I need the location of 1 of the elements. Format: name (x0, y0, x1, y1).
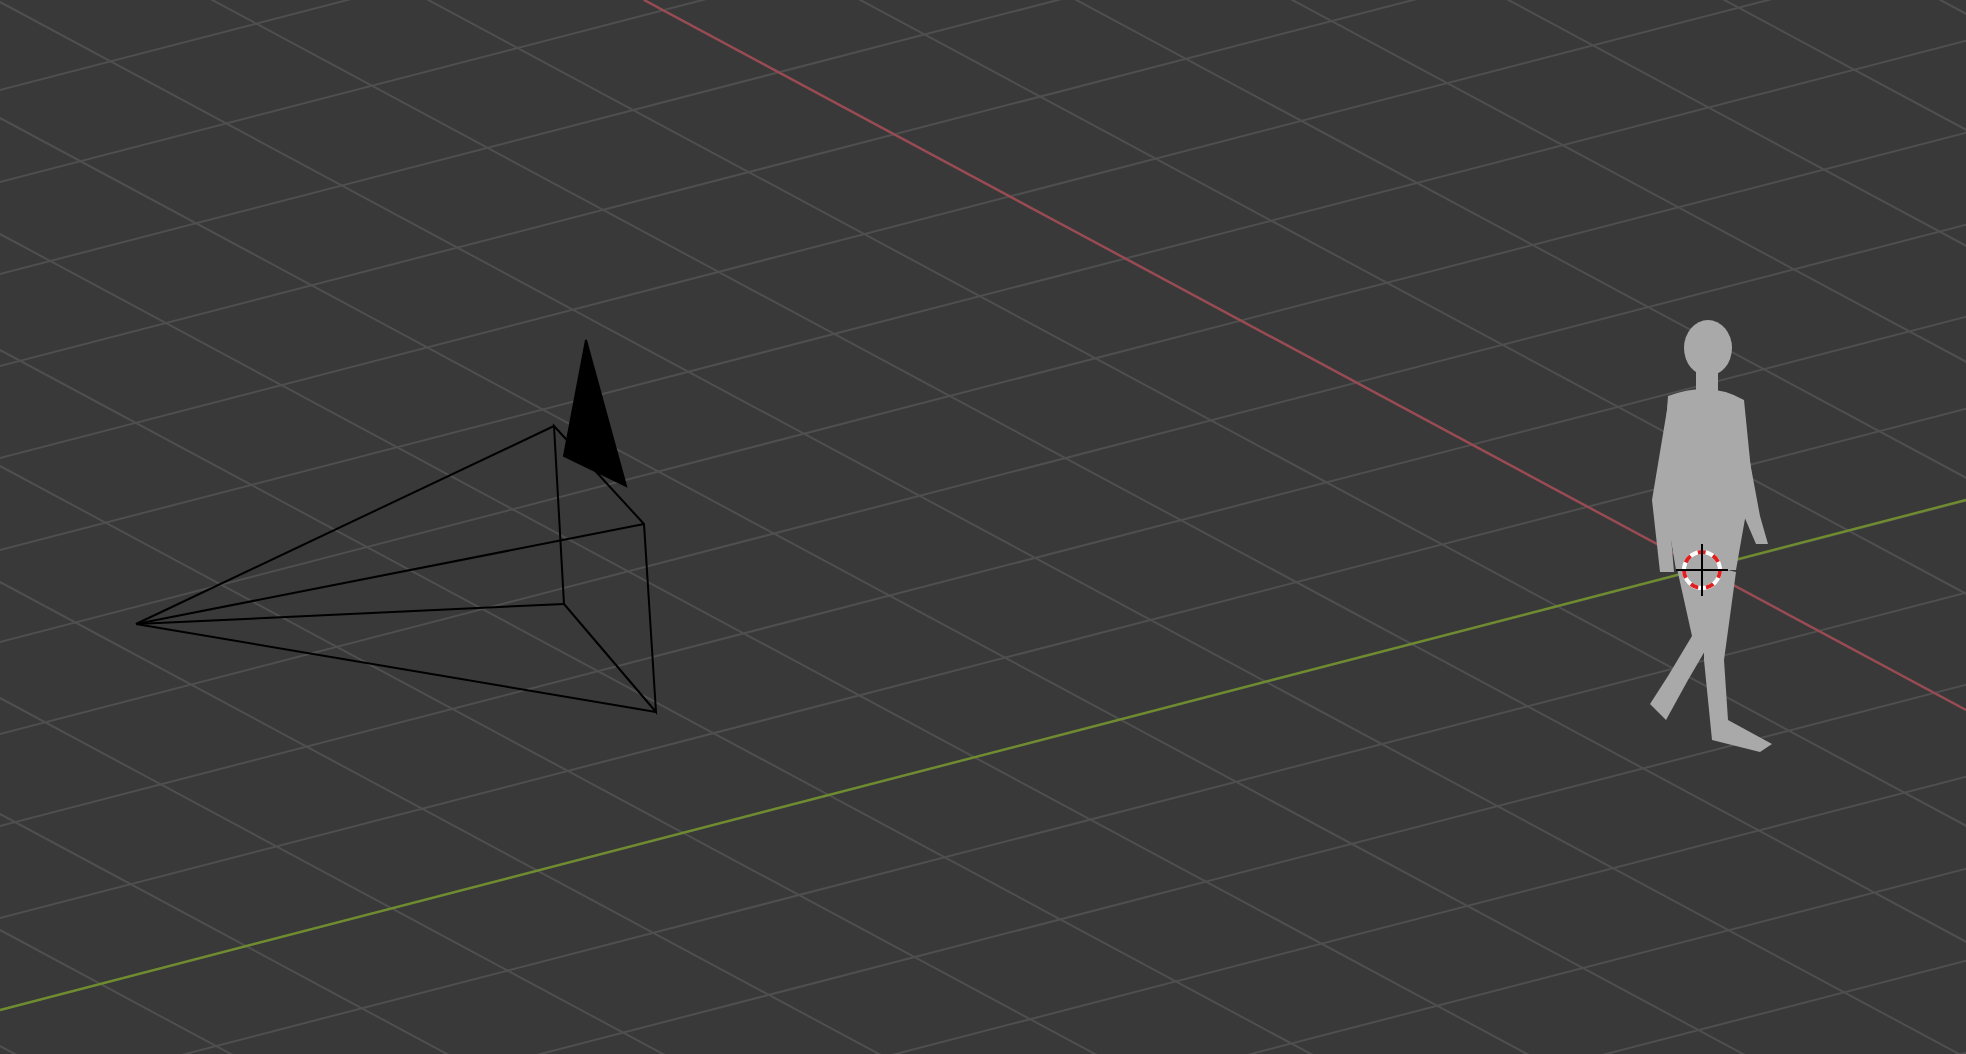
3d-cursor-icon (1675, 543, 1729, 597)
